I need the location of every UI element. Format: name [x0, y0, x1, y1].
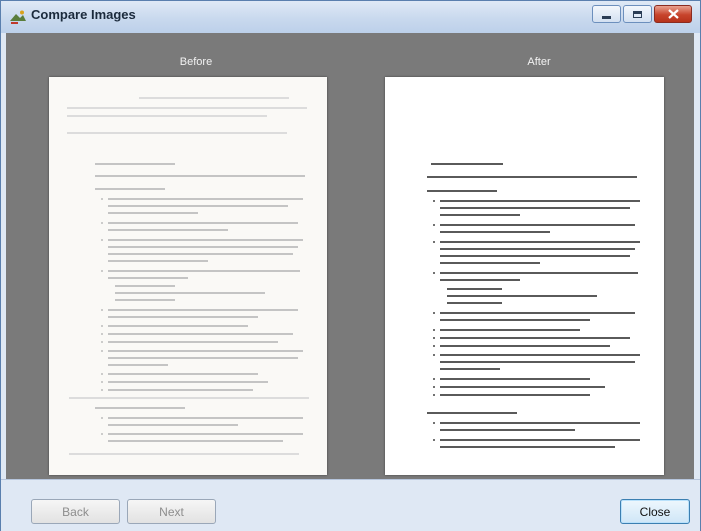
after-page-preview [385, 77, 664, 475]
dialog-footer: Back Next Close [1, 479, 700, 531]
after-label: After [527, 56, 551, 68]
comparison-area: Before After [6, 33, 694, 479]
before-page-preview [49, 77, 327, 475]
minimize-icon [602, 15, 611, 19]
maximize-icon [633, 10, 642, 18]
back-button[interactable]: Back [31, 499, 120, 524]
title-bar[interactable]: Compare Images [1, 1, 700, 33]
compare-images-window: Compare Images Before After Back Next Cl… [0, 0, 701, 531]
window-title: Compare Images [31, 7, 136, 22]
maximize-button[interactable] [623, 5, 652, 23]
next-button[interactable]: Next [127, 499, 216, 524]
before-label: Before [179, 56, 213, 68]
close-button[interactable]: Close [620, 499, 690, 524]
compare-images-icon [9, 9, 27, 25]
minimize-button[interactable] [592, 5, 621, 23]
close-icon [667, 9, 679, 19]
close-window-button[interactable] [654, 5, 692, 23]
